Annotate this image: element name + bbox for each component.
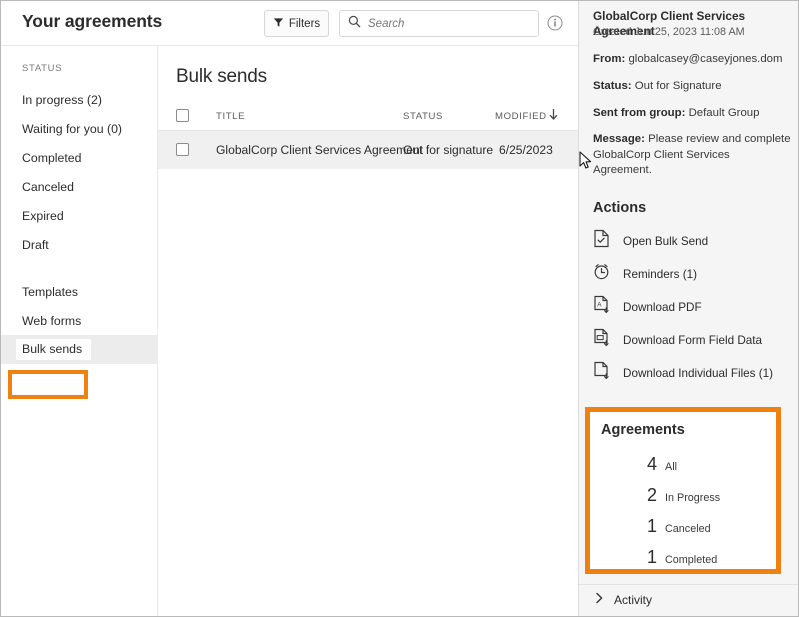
sidebar-nav-list: In progress (2) Waiting for you (0) Comp… xyxy=(1,85,158,364)
main-title: Bulk sends xyxy=(176,66,267,87)
form-data-download-icon xyxy=(593,328,610,352)
sidebar-item-label: Web forms xyxy=(22,313,82,328)
stat-count: 1 xyxy=(646,547,657,567)
sidebar-item-web-forms[interactable]: Web forms xyxy=(1,306,158,335)
action-open-bulk-send[interactable]: Open Bulk Send xyxy=(593,229,789,253)
column-header-status[interactable]: STATUS xyxy=(403,111,443,122)
sidebar-item-label: Draft xyxy=(22,237,49,252)
main-content: Bulk sends TITLE STATUS MODIFIED GlobalC… xyxy=(158,46,578,616)
sidebar-item-bulk-sends[interactable]: Bulk sends xyxy=(1,335,158,364)
sidebar-item-label: Waiting for you (0) xyxy=(22,121,123,136)
details-group-label: Sent from group: xyxy=(593,107,686,119)
column-header-modified[interactable]: MODIFIED xyxy=(495,111,547,122)
sidebar-item-label: In progress (2) xyxy=(22,92,102,107)
details-from-value: globalcasey@caseyjones.dom xyxy=(628,53,783,65)
sidebar-item-completed[interactable]: Completed xyxy=(1,143,158,172)
stat-label: Canceled xyxy=(665,523,711,535)
action-download-pdf[interactable]: A Download PDF xyxy=(593,295,789,319)
table-header-row: TITLE STATUS MODIFIED xyxy=(158,102,578,131)
details-message-label: Message: xyxy=(593,133,645,145)
column-header-title[interactable]: TITLE xyxy=(216,111,245,122)
sidebar-item-label: Expired xyxy=(22,208,64,223)
agreements-heading: Agreements xyxy=(601,422,685,438)
filters-button[interactable]: Filters xyxy=(264,10,329,37)
cell-modified: 6/25/2023 xyxy=(499,143,553,157)
action-label: Download Form Field Data xyxy=(623,333,763,347)
file-download-icon xyxy=(593,361,610,385)
stat-row-completed[interactable]: 1 Completed xyxy=(601,547,771,578)
bulk-sends-table: TITLE STATUS MODIFIED GlobalCorp Client … xyxy=(158,102,578,169)
action-reminders[interactable]: Reminders (1) xyxy=(593,262,789,286)
action-label: Download Individual Files (1) xyxy=(623,366,774,380)
action-label: Download PDF xyxy=(623,300,702,314)
sidebar-item-expired[interactable]: Expired xyxy=(1,201,158,230)
sidebar-item-label: Canceled xyxy=(22,179,74,194)
pdf-download-icon: A xyxy=(593,295,610,319)
details-status: Status: Out for Signature xyxy=(593,79,791,95)
actions-heading: Actions xyxy=(593,200,647,216)
sidebar-item-in-progress[interactable]: In progress (2) xyxy=(1,85,158,114)
svg-text:A: A xyxy=(597,301,602,308)
action-download-form-field-data[interactable]: Download Form Field Data xyxy=(593,328,789,352)
page-title: Your agreements xyxy=(22,11,163,31)
sidebar-divider-gap xyxy=(1,259,158,277)
details-panel: GlobalCorp Client Services Agreement Cre… xyxy=(578,1,798,616)
row-checkbox[interactable] xyxy=(176,143,189,156)
details-from: From: globalcasey@caseyjones.dom xyxy=(593,52,791,68)
details-message: Message: Please review and complete Glob… xyxy=(593,132,791,179)
document-check-icon xyxy=(593,229,610,253)
details-from-label: From: xyxy=(593,53,626,65)
sidebar-group-label: STATUS xyxy=(22,63,63,74)
details-status-value: Out for Signature xyxy=(634,80,722,92)
chevron-right-icon xyxy=(595,591,604,609)
sidebar: STATUS In progress (2) Waiting for you (… xyxy=(1,46,158,616)
activity-label: Activity xyxy=(614,592,653,607)
action-label: Reminders (1) xyxy=(623,267,698,281)
cell-title: GlobalCorp Client Services Agreement xyxy=(216,143,424,157)
sidebar-item-templates[interactable]: Templates xyxy=(1,277,158,306)
stat-label: All xyxy=(665,461,677,473)
stat-label: Completed xyxy=(665,554,718,566)
agreements-app-window: Your agreements Filters STATUS In progre… xyxy=(0,0,799,617)
funnel-icon xyxy=(273,15,284,33)
alarm-clock-icon xyxy=(593,262,610,286)
stat-row-in-progress[interactable]: 2 In Progress xyxy=(601,485,771,516)
arrow-down-icon[interactable] xyxy=(548,108,559,126)
search-box[interactable] xyxy=(339,10,539,37)
details-group-value: Default Group xyxy=(688,107,760,119)
search-input[interactable] xyxy=(368,17,528,30)
action-download-individual-files[interactable]: Download Individual Files (1) xyxy=(593,361,789,385)
stat-count: 1 xyxy=(646,516,657,536)
cell-status: Out for signature xyxy=(403,143,494,157)
activity-section-toggle[interactable]: Activity xyxy=(579,584,798,614)
sidebar-item-canceled[interactable]: Canceled xyxy=(1,172,158,201)
filters-button-label: Filters xyxy=(288,17,321,30)
sidebar-item-label: Bulk sends xyxy=(16,339,92,360)
sidebar-item-label: Completed xyxy=(22,150,82,165)
details-group: Sent from group: Default Group xyxy=(593,106,791,122)
sidebar-item-waiting-for-you[interactable]: Waiting for you (0) xyxy=(1,114,158,143)
action-label: Open Bulk Send xyxy=(623,234,709,248)
stat-count: 4 xyxy=(646,454,657,474)
info-circle-icon[interactable] xyxy=(547,15,563,31)
agreements-stats-box: Agreements 4 All 2 In Progress 1 Cancele… xyxy=(585,407,781,574)
stat-row-all[interactable]: 4 All xyxy=(601,454,771,485)
stat-label: In Progress xyxy=(665,492,721,504)
stat-row-canceled[interactable]: 1 Canceled xyxy=(601,516,771,547)
details-status-label: Status: xyxy=(593,80,632,92)
bulk-sends-highlight-annotation xyxy=(8,370,88,399)
table-row[interactable]: GlobalCorp Client Services Agreement Out… xyxy=(158,131,578,169)
sidebar-item-draft[interactable]: Draft xyxy=(1,230,158,259)
sidebar-item-label: Templates xyxy=(22,284,79,299)
search-icon xyxy=(348,15,361,33)
details-created: Created Jun 25, 2023 11:08 AM xyxy=(593,26,745,38)
stat-count: 2 xyxy=(646,485,657,505)
select-all-checkbox[interactable] xyxy=(176,109,189,122)
